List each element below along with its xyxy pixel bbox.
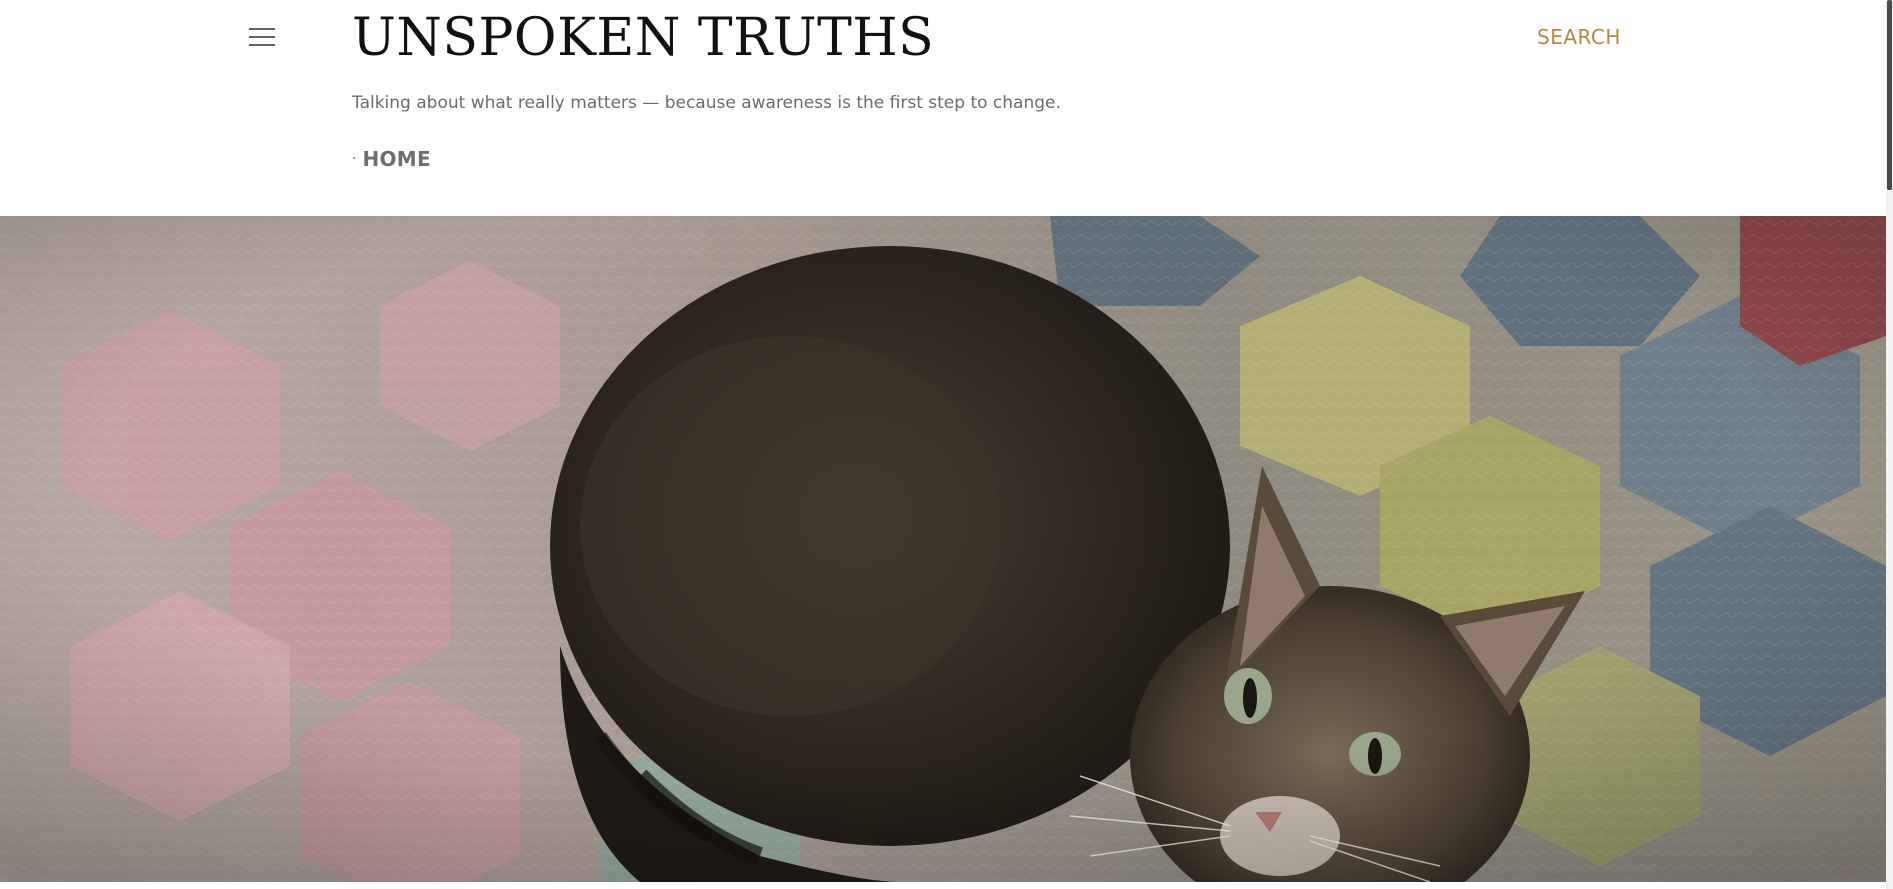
- site-tagline: Talking about what really matters — beca…: [352, 93, 1061, 113]
- main-nav: · HOME: [352, 145, 431, 173]
- hamburger-menu-icon[interactable]: [244, 22, 280, 52]
- site-header: UNSPOKEN TRUTHS SEARCH Talking about wha…: [0, 0, 1886, 216]
- menu-bar: [249, 36, 275, 38]
- blog-page: UNSPOKEN TRUTHS SEARCH Talking about wha…: [0, 0, 1893, 889]
- page-bottom-edge: [0, 882, 1886, 889]
- menu-bar: [249, 28, 275, 30]
- cat-on-quilt-photo: [0, 216, 1886, 882]
- nav-item-home[interactable]: HOME: [362, 147, 431, 171]
- menu-bar: [249, 44, 275, 46]
- scrollbar-thumb[interactable]: [1887, 0, 1892, 190]
- hero-image: [0, 216, 1886, 882]
- search-button[interactable]: SEARCH: [1537, 24, 1621, 50]
- nav-bullet: ·: [352, 151, 357, 167]
- site-title[interactable]: UNSPOKEN TRUTHS: [352, 6, 934, 70]
